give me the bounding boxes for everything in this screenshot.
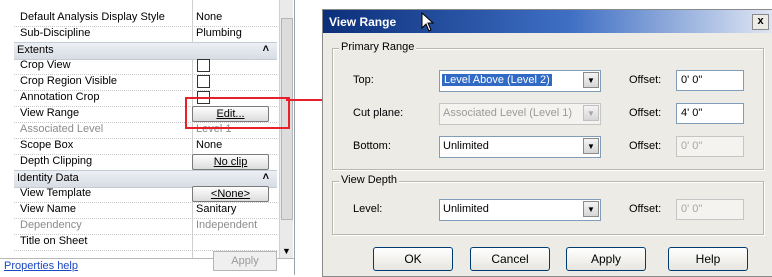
level-label: Level: — [353, 203, 383, 215]
offset-label: Offset: — [629, 203, 662, 215]
combo-value: Unlimited — [443, 140, 489, 152]
view-depth-offset-input: 0' 0" — [676, 199, 744, 220]
chevron-down-icon[interactable]: ▼ — [583, 138, 599, 154]
close-icon[interactable]: x — [752, 14, 769, 30]
dialog-title: View Range — [329, 15, 397, 29]
offset-label: Offset: — [629, 74, 662, 86]
combo-value: Unlimited — [443, 203, 489, 215]
input-value: 4' 0" — [681, 107, 703, 119]
group-legend: View Depth — [339, 174, 400, 186]
offset-label: Offset: — [629, 107, 662, 119]
dialog-titlebar[interactable]: View Range x — [323, 10, 772, 33]
help-button[interactable]: Help — [668, 247, 748, 271]
offset-label: Offset: — [629, 140, 662, 152]
input-value: 0' 0" — [681, 74, 703, 86]
chevron-down-icon: ▼ — [583, 105, 599, 121]
top-offset-input[interactable]: 0' 0" — [676, 70, 744, 91]
view-range-dialog: View Range x Primary Range Top: Level Ab… — [322, 9, 772, 277]
cut-plane-level-combo: Associated Level (Level 1) ▼ — [439, 103, 601, 125]
cancel-button[interactable]: Cancel — [470, 247, 550, 271]
top-level-combo[interactable]: Level Above (Level 2) ▼ — [439, 70, 601, 92]
mouse-cursor-icon — [421, 12, 435, 32]
input-value: 0' 0" — [681, 140, 703, 152]
top-label: Top: — [353, 74, 374, 86]
chevron-down-icon[interactable]: ▼ — [583, 72, 599, 88]
chevron-down-icon[interactable]: ▼ — [583, 201, 599, 217]
combo-value: Level Above (Level 2) — [442, 74, 552, 86]
combo-value: Associated Level (Level 1) — [443, 107, 573, 119]
cut-plane-offset-input[interactable]: 4' 0" — [676, 103, 744, 124]
primary-range-group: Primary Range Top: Level Above (Level 2)… — [332, 41, 764, 170]
ok-button[interactable]: OK — [373, 247, 453, 271]
apply-button[interactable]: Apply — [566, 247, 646, 271]
bottom-label: Bottom: — [353, 140, 391, 152]
group-legend: Primary Range — [339, 41, 417, 53]
bottom-level-combo[interactable]: Unlimited ▼ — [439, 136, 601, 158]
input-value: 0' 0" — [681, 203, 703, 215]
view-depth-level-combo[interactable]: Unlimited ▼ — [439, 199, 601, 221]
bottom-offset-input: 0' 0" — [676, 136, 744, 157]
cut-plane-label: Cut plane: — [353, 107, 404, 119]
view-depth-group: View Depth Level: Unlimited ▼ Offset: 0'… — [332, 174, 764, 235]
